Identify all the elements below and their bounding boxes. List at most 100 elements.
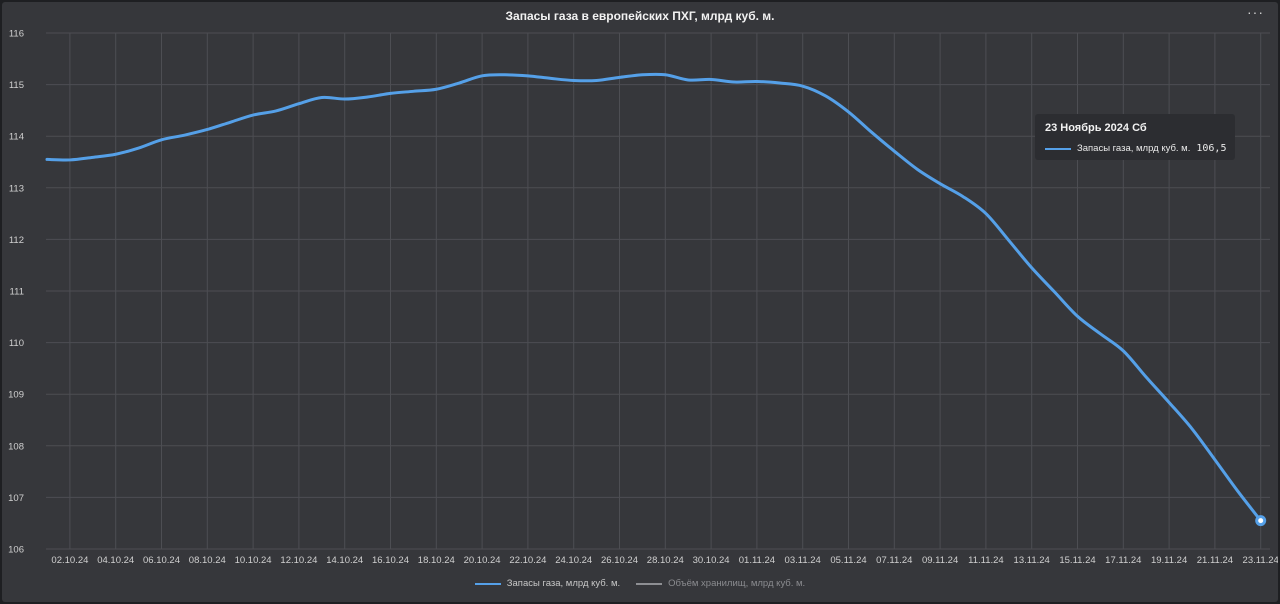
data-point[interactable] (1006, 237, 1012, 243)
x-tick-label: 06.10.24 (143, 555, 180, 566)
data-point[interactable] (136, 145, 142, 151)
legend-item-storage-volume[interactable]: Объём хранилищ, млрд куб. м. (636, 578, 805, 589)
x-tick-label: 12.10.24 (280, 555, 317, 566)
x-tick-label: 01.11.24 (739, 555, 775, 566)
y-tick-label: 114 (9, 132, 24, 143)
x-tick-label: 21.11.24 (1197, 555, 1233, 566)
data-point[interactable] (571, 77, 577, 83)
data-point[interactable] (777, 80, 783, 86)
data-point[interactable] (800, 83, 806, 89)
data-point[interactable] (960, 194, 966, 200)
x-tick-label: 23.11.24 (1243, 555, 1278, 566)
data-point[interactable] (388, 90, 394, 96)
data-point[interactable] (44, 156, 50, 162)
data-point[interactable] (846, 109, 852, 115)
y-tick-label: 115 (9, 80, 24, 91)
y-tick-label: 109 (8, 390, 24, 401)
x-tick-label: 16.10.24 (372, 555, 409, 566)
data-point[interactable] (823, 93, 829, 99)
data-point[interactable] (479, 73, 485, 79)
y-tick-label: 106 (8, 545, 24, 556)
data-point[interactable] (296, 101, 302, 107)
legend-item-gas-reserves[interactable]: Запасы газа, млрд куб. м. (474, 578, 621, 589)
data-point[interactable] (708, 76, 714, 82)
data-point[interactable] (273, 108, 279, 114)
data-point[interactable] (433, 86, 439, 92)
data-point[interactable] (937, 181, 943, 187)
data-point[interactable] (113, 151, 119, 157)
data-point[interactable] (639, 72, 645, 78)
highlighted-data-point[interactable] (1255, 515, 1267, 527)
y-tick-label: 107 (8, 493, 24, 504)
data-point[interactable] (67, 157, 73, 163)
x-tick-label: 11.11.24 (968, 555, 1004, 566)
chart-panel: Запасы газа в европейских ПХГ, млрд куб.… (2, 2, 1278, 602)
legend-swatch-storage-volume (636, 582, 663, 585)
data-point[interactable] (342, 96, 348, 102)
x-tick-label: 24.10.24 (555, 555, 592, 566)
tooltip-date: 23 Ноябрь 2024 Сб (1045, 122, 1147, 134)
data-point[interactable] (1052, 289, 1058, 295)
data-point[interactable] (365, 94, 371, 100)
data-point[interactable] (914, 166, 920, 172)
legend-label-gas-reserves: Запасы газа, млрд куб. м. (506, 578, 621, 589)
data-point[interactable] (1166, 399, 1172, 405)
y-tick-label: 108 (8, 441, 24, 452)
x-tick-label: 04.10.24 (97, 555, 134, 566)
x-tick-label: 10.10.24 (235, 555, 272, 566)
data-point[interactable] (227, 119, 233, 125)
data-point[interactable] (1097, 331, 1103, 337)
data-point[interactable] (685, 77, 691, 83)
y-tick-label: 110 (9, 338, 24, 349)
data-point[interactable] (548, 75, 554, 81)
y-tick-label: 111 (10, 287, 24, 298)
x-tick-label: 30.10.24 (693, 555, 730, 566)
line-chart[interactable]: 106 107 108 109 110 111 112 113 114 115 116 02.10.… (2, 2, 1278, 572)
data-point[interactable] (181, 132, 187, 138)
data-point[interactable] (1143, 374, 1149, 380)
data-point[interactable] (502, 72, 508, 78)
data-point[interactable] (456, 80, 462, 86)
data-point[interactable] (90, 154, 96, 160)
tooltip-value: 106,5 (1196, 143, 1227, 154)
data-point[interactable] (1212, 457, 1218, 463)
data-point[interactable] (662, 72, 668, 78)
x-tick-label: 20.10.24 (464, 555, 501, 566)
data-point[interactable] (731, 79, 737, 85)
data-point[interactable] (594, 77, 600, 83)
x-axis-ticks: 02.10.24 04.10.24 06.10.24 08.10.24 10.10.24… (51, 555, 1278, 566)
x-tick-label: 05.11.24 (830, 555, 866, 566)
data-point[interactable] (1120, 348, 1126, 354)
grid (46, 32, 1270, 550)
data-point[interactable] (754, 79, 760, 85)
x-tick-label: 15.11.24 (1059, 555, 1095, 566)
data-point[interactable] (891, 148, 897, 154)
data-point[interactable] (250, 112, 256, 118)
legend-label-storage-volume: Объём хранилищ, млрд куб. м. (668, 578, 806, 589)
data-point[interactable] (525, 73, 531, 79)
x-tick-label: 18.10.24 (418, 555, 455, 566)
tooltip-swatch (1045, 147, 1071, 150)
data-point[interactable] (868, 129, 874, 135)
y-axis-ticks: 106 107 108 109 110 111 112 113 114 115 116 (8, 29, 24, 556)
x-tick-label: 07.11.24 (876, 555, 912, 566)
x-tick-label: 19.11.24 (1151, 555, 1187, 566)
data-point[interactable] (1075, 313, 1081, 319)
data-point[interactable] (617, 74, 623, 80)
data-point[interactable] (1189, 426, 1195, 432)
x-tick-label: 26.10.24 (601, 555, 638, 566)
data-point[interactable] (319, 95, 325, 101)
data-point[interactable] (410, 88, 416, 94)
chart-legend: Запасы газа, млрд куб. м. Объём хранилищ… (2, 578, 1278, 589)
x-tick-label: 02.10.24 (51, 555, 88, 566)
data-point[interactable] (1235, 488, 1241, 494)
y-tick-label: 112 (9, 235, 24, 246)
data-point[interactable] (1029, 265, 1035, 271)
data-point[interactable] (159, 137, 165, 143)
tooltip-series-name: Запасы газа, млрд куб. м. (1077, 143, 1191, 154)
x-tick-label: 17.11.24 (1105, 555, 1141, 566)
data-point[interactable] (983, 211, 989, 217)
tooltip-row: Запасы газа, млрд куб. м. 106,5 (1045, 143, 1226, 154)
data-point[interactable] (204, 126, 210, 132)
x-tick-label: 08.10.24 (189, 555, 226, 566)
